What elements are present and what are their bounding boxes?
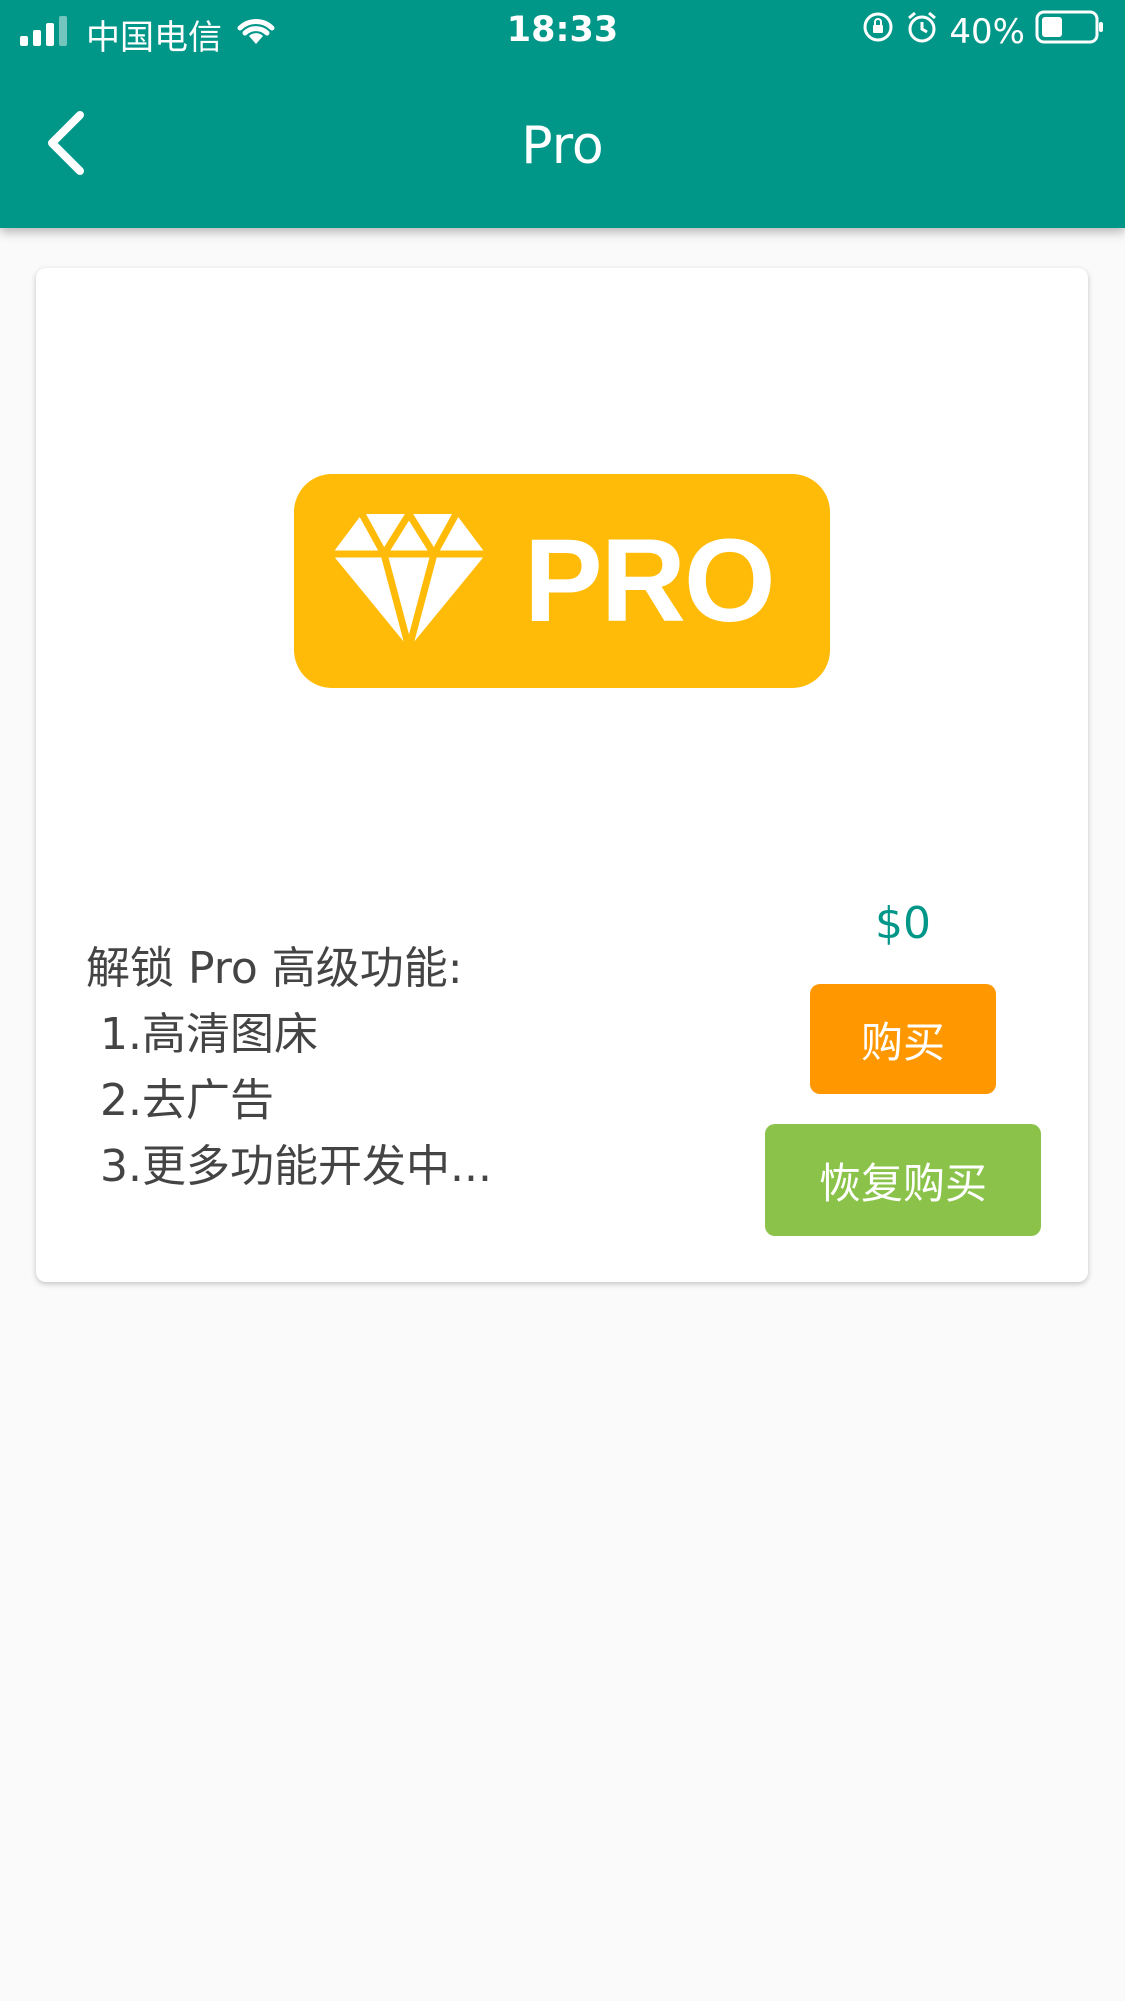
page-title: Pro: [521, 116, 604, 176]
restore-purchase-button[interactable]: 恢复购买: [765, 1124, 1041, 1236]
app-bar: 中国电信 18:33 40% Pro: [0, 0, 1125, 228]
restore-button-label: 恢复购买: [818, 1158, 987, 1208]
rotation-lock-icon: [861, 10, 895, 53]
battery-icon: [1035, 10, 1105, 53]
navigation-bar: Pro: [0, 64, 1125, 228]
battery-percent: 40%: [949, 11, 1025, 52]
diamond-icon: [332, 514, 486, 648]
feature-item: 2.去广告: [86, 1075, 274, 1126]
buy-button-label: 购买: [860, 1017, 945, 1067]
feature-item: 1.高清图床: [86, 1009, 318, 1060]
badge-label: PRO: [524, 515, 776, 647]
feature-item: 3.更多功能开发中...: [86, 1141, 492, 1192]
buy-button[interactable]: 购买: [810, 984, 996, 1094]
status-bar: 中国电信 18:33 40%: [0, 0, 1125, 64]
pro-badge: PRO: [294, 474, 830, 688]
feature-heading: 解锁 Pro 高级功能:: [86, 943, 463, 994]
feature-list: 解锁 Pro 高级功能: 1.高清图床 2.去广告 3.更多功能开发中...: [86, 936, 492, 1200]
price-label: $0: [875, 898, 931, 949]
alarm-icon: [905, 10, 939, 53]
